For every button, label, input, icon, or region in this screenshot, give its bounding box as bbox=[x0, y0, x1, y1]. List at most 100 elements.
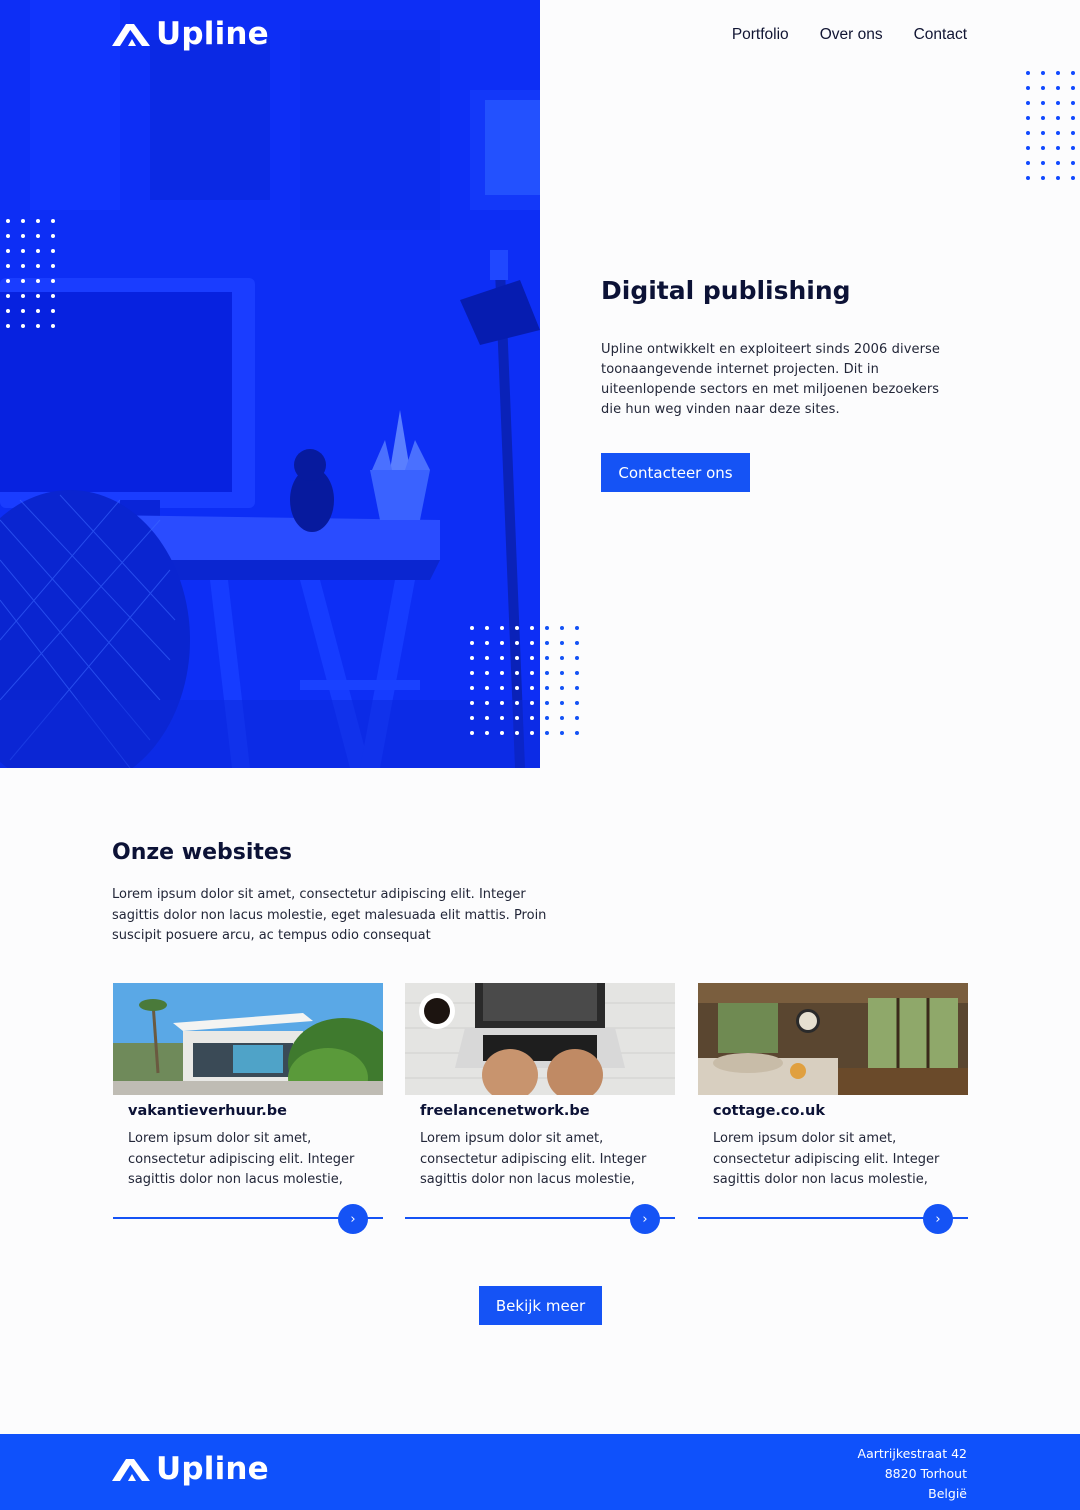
dot bbox=[21, 249, 25, 253]
brand-name: Upline bbox=[156, 16, 269, 52]
dot bbox=[500, 701, 504, 705]
dot bbox=[545, 656, 549, 660]
decorative-dots-top-right bbox=[1026, 71, 1075, 180]
dot bbox=[530, 701, 534, 705]
dot bbox=[500, 731, 504, 735]
dot bbox=[560, 671, 564, 675]
dot bbox=[1071, 101, 1075, 105]
website-card-image bbox=[405, 983, 675, 1095]
footer-logo[interactable]: Upline bbox=[112, 1451, 269, 1487]
hero-office-image bbox=[0, 0, 540, 768]
dot bbox=[1026, 86, 1030, 90]
chevron-right-icon[interactable]: › bbox=[338, 1204, 368, 1234]
dot bbox=[36, 294, 40, 298]
website-card-title: vakantieverhuur.be bbox=[128, 1103, 287, 1119]
dot bbox=[1026, 161, 1030, 165]
nav-item-contact[interactable]: Contact bbox=[914, 26, 967, 44]
dot bbox=[51, 234, 55, 238]
dot bbox=[530, 656, 534, 660]
chevron-right-icon[interactable]: › bbox=[630, 1204, 660, 1234]
dot bbox=[575, 656, 579, 660]
brand-logo[interactable]: Upline bbox=[112, 16, 269, 52]
dot bbox=[500, 656, 504, 660]
footer-address: Aartrijkestraat 42 8820 Torhout België bbox=[858, 1444, 967, 1504]
dot bbox=[21, 234, 25, 238]
website-card-text: Lorem ipsum dolor sit amet, consectetur … bbox=[420, 1131, 647, 1187]
dot bbox=[575, 701, 579, 705]
dot bbox=[36, 264, 40, 268]
dot bbox=[575, 641, 579, 645]
upline-logo-icon bbox=[112, 1459, 150, 1481]
dot bbox=[1041, 131, 1045, 135]
contact-button[interactable]: Contacteer ons bbox=[601, 453, 750, 492]
website-card-freelancenetwork[interactable]: freelancenetwork.be Lorem ipsum dolor si… bbox=[405, 983, 675, 1235]
dot bbox=[485, 701, 489, 705]
dot bbox=[515, 716, 519, 720]
dot bbox=[500, 716, 504, 720]
dot bbox=[500, 671, 504, 675]
nav-item-portfolio[interactable]: Portfolio bbox=[732, 26, 789, 44]
dot bbox=[545, 626, 549, 630]
dot bbox=[515, 701, 519, 705]
dot bbox=[1041, 71, 1045, 75]
dot bbox=[1026, 146, 1030, 150]
dot bbox=[6, 294, 10, 298]
dot bbox=[500, 626, 504, 630]
dot bbox=[1026, 116, 1030, 120]
website-card-title: freelancenetwork.be bbox=[420, 1103, 590, 1119]
dot bbox=[36, 309, 40, 313]
dot bbox=[1041, 146, 1045, 150]
decorative-dots-left bbox=[6, 219, 55, 328]
dot bbox=[1041, 101, 1045, 105]
footer-brand-name: Upline bbox=[156, 1451, 269, 1487]
footer: Upline Aartrijkestraat 42 8820 Torhout B… bbox=[0, 1434, 1080, 1510]
dot bbox=[470, 701, 474, 705]
dot bbox=[1071, 146, 1075, 150]
dot bbox=[1041, 116, 1045, 120]
websites-title: Onze websites bbox=[112, 840, 292, 865]
nav-item-over-ons[interactable]: Over ons bbox=[820, 26, 883, 44]
dot bbox=[36, 219, 40, 223]
dot bbox=[6, 234, 10, 238]
dot bbox=[6, 279, 10, 283]
dot bbox=[1056, 161, 1060, 165]
view-more-button[interactable]: Bekijk meer bbox=[479, 1286, 602, 1325]
dot bbox=[1071, 176, 1075, 180]
dot bbox=[1071, 86, 1075, 90]
dot bbox=[1041, 86, 1045, 90]
dot bbox=[575, 731, 579, 735]
website-card-cottage[interactable]: cottage.co.uk Lorem ipsum dolor sit amet… bbox=[698, 983, 968, 1235]
dot bbox=[51, 249, 55, 253]
website-card-vakantieverhuur[interactable]: vakantieverhuur.be Lorem ipsum dolor sit… bbox=[113, 983, 383, 1235]
dot bbox=[560, 656, 564, 660]
chevron-right-icon[interactable]: › bbox=[923, 1204, 953, 1234]
dot bbox=[470, 671, 474, 675]
dot bbox=[1071, 71, 1075, 75]
dot bbox=[1071, 131, 1075, 135]
dot bbox=[6, 309, 10, 313]
dot bbox=[1026, 101, 1030, 105]
dot bbox=[485, 626, 489, 630]
dot bbox=[6, 249, 10, 253]
dot bbox=[51, 264, 55, 268]
address-street: Aartrijkestraat 42 bbox=[857, 1446, 967, 1461]
dot bbox=[1056, 116, 1060, 120]
dot bbox=[545, 686, 549, 690]
dot bbox=[575, 716, 579, 720]
dot bbox=[1026, 71, 1030, 75]
dot bbox=[485, 686, 489, 690]
dot bbox=[36, 279, 40, 283]
dot bbox=[6, 264, 10, 268]
dot bbox=[1026, 131, 1030, 135]
website-card-image bbox=[113, 983, 383, 1095]
dot bbox=[575, 671, 579, 675]
dot bbox=[485, 671, 489, 675]
dot bbox=[560, 716, 564, 720]
dot bbox=[470, 626, 474, 630]
dot bbox=[470, 686, 474, 690]
office-illustration bbox=[0, 0, 540, 768]
dot bbox=[21, 219, 25, 223]
dot bbox=[545, 716, 549, 720]
dot bbox=[560, 626, 564, 630]
dot bbox=[1056, 131, 1060, 135]
